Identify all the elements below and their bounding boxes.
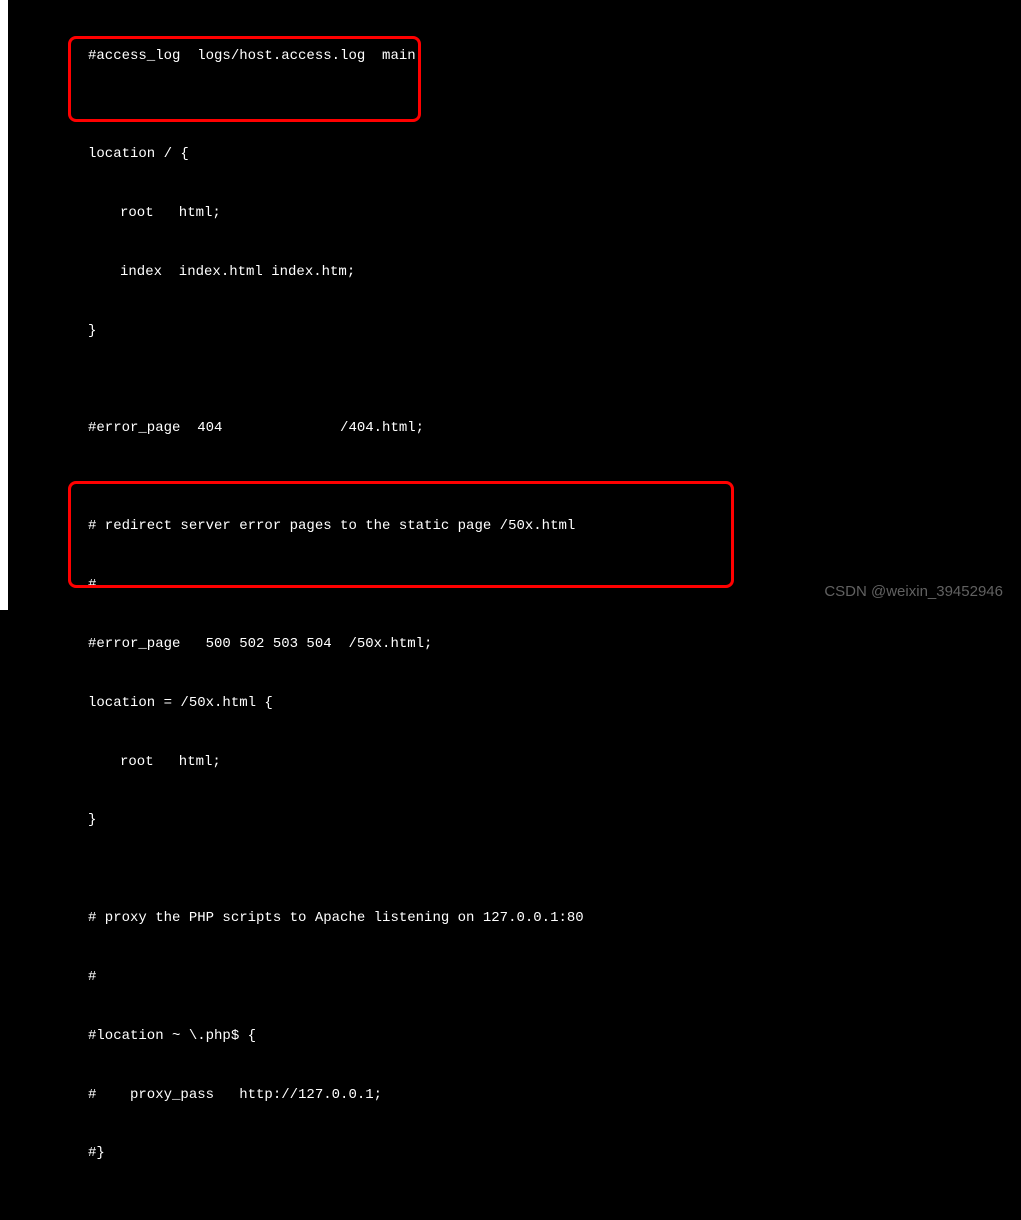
config-line: } <box>8 811 1021 831</box>
config-line: # proxy the PHP scripts to Apache listen… <box>8 909 1021 929</box>
config-line: location = /50x.html { <box>8 694 1021 714</box>
config-line: #error_page 500 502 503 504 /50x.html; <box>8 635 1021 655</box>
config-line: root html; <box>8 204 1021 224</box>
config-line: #location ~ \.php$ { <box>8 1027 1021 1047</box>
terminal-output: #access_log logs/host.access.log main; l… <box>8 0 1021 1220</box>
config-line: index index.html index.htm; <box>8 263 1021 283</box>
config-line: # proxy_pass http://127.0.0.1; <box>8 1086 1021 1106</box>
config-line: root html; <box>8 753 1021 773</box>
config-line: } <box>8 322 1021 342</box>
watermark-text: CSDN @weixin_39452946 <box>824 581 1003 602</box>
config-line: #error_page 404 /404.html; <box>8 419 1021 439</box>
config-line: # <box>8 968 1021 988</box>
config-line: #access_log logs/host.access.log main; <box>8 47 1021 67</box>
config-line: # redirect server error pages to the sta… <box>8 517 1021 537</box>
config-line: location / { <box>8 145 1021 165</box>
config-line: #} <box>8 1144 1021 1164</box>
